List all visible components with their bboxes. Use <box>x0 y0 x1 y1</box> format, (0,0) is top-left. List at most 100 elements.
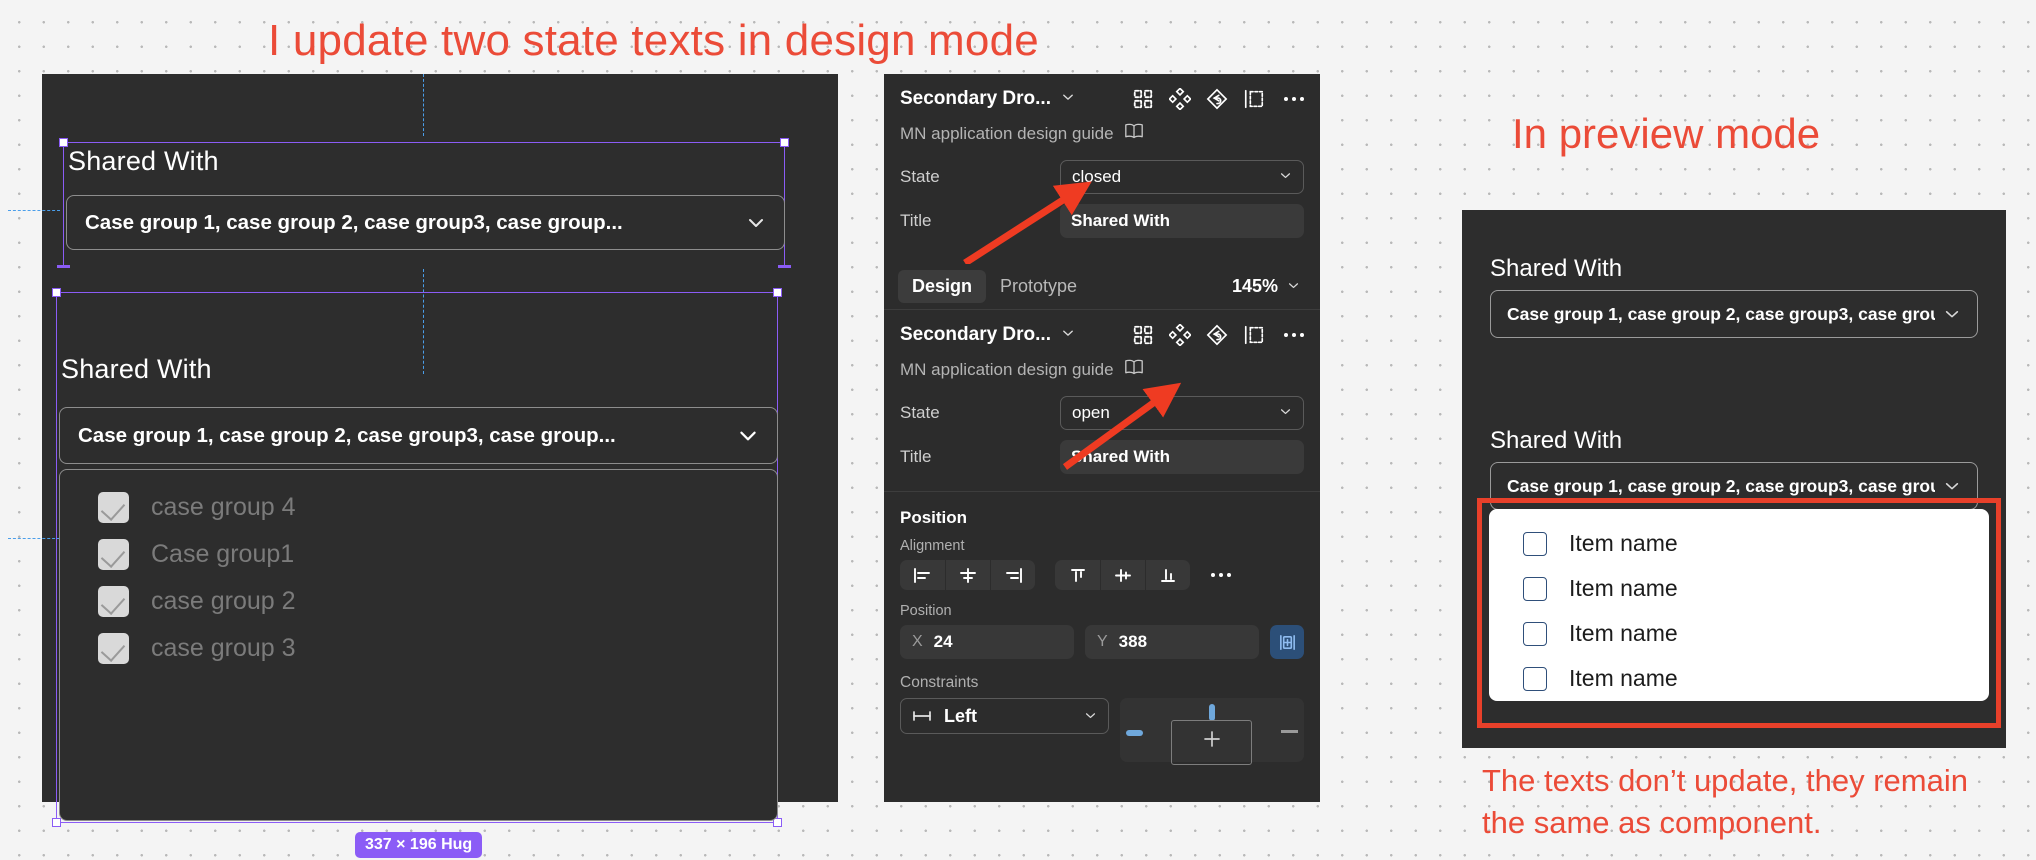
menu-item[interactable]: Case group1 <box>60 531 777 578</box>
guide-horizontal-left-2 <box>8 538 60 539</box>
component-name-bottom: Secondary Dro... <box>900 324 1051 345</box>
chevron-down-icon <box>1943 305 1961 323</box>
zoom-control[interactable]: 145% <box>1232 276 1306 297</box>
selection-handle-tr-closed[interactable] <box>780 138 789 147</box>
tab-prototype[interactable]: Prototype <box>986 270 1091 303</box>
selection-cap-bl-closed <box>57 265 70 268</box>
open-instance-select[interactable]: Case group 1, case group 2, case group3,… <box>59 407 778 464</box>
menu-item[interactable]: case group 2 <box>60 578 777 625</box>
position-label: Position <box>900 603 952 619</box>
align-left-icon[interactable] <box>900 560 945 590</box>
swap-instance-icon[interactable] <box>1243 324 1265 346</box>
panel-top-header: Secondary Dro... <box>884 74 1320 118</box>
prop-label-state-bottom: State <box>900 403 940 422</box>
title-input-bottom[interactable]: Shared With <box>1060 440 1304 474</box>
chevron-down-icon[interactable] <box>1061 90 1075 109</box>
size-badge: 337 × 196 Hug <box>355 832 483 858</box>
preview-closed-select[interactable]: Case group 1, case group 2, case group3,… <box>1490 290 1978 338</box>
prop-label-title-top: Title <box>900 211 932 230</box>
y-key: Y <box>1097 633 1108 650</box>
y-value: 388 <box>1118 632 1148 651</box>
align-right-icon[interactable] <box>990 560 1035 590</box>
constraint-handle-left[interactable] <box>1125 730 1143 736</box>
library-name: MN application design guide <box>900 123 1114 143</box>
checkbox-checked-icon[interactable] <box>98 492 129 523</box>
guide-horizontal-left-1 <box>8 210 60 211</box>
panel-bottom-header: Secondary Dro... <box>884 310 1320 354</box>
chevron-down-icon <box>737 425 759 447</box>
position-fields[interactable]: X 24 Y 388 <box>884 625 1320 659</box>
chevron-down-icon <box>1943 477 1961 495</box>
selection-handle-tl-closed[interactable] <box>59 138 68 147</box>
constraints-controls[interactable]: Left <box>884 698 1320 765</box>
prop-row-title-top[interactable]: Title Shared With <box>884 199 1320 243</box>
closed-instance-select[interactable]: Case group 1, case group 2, case group3,… <box>66 195 785 250</box>
checkbox-checked-icon[interactable] <box>98 586 129 617</box>
constraints-pad[interactable] <box>1119 698 1304 765</box>
component-icon[interactable] <box>1132 324 1154 346</box>
chevron-down-icon[interactable] <box>1061 326 1075 345</box>
annotation-preview-mode-title: In preview mode <box>1512 110 1821 157</box>
align-top-icon[interactable] <box>1055 560 1100 590</box>
chevron-down-icon <box>1287 276 1300 297</box>
align-horizontal-center-icon[interactable] <box>945 560 990 590</box>
panel-top-library: MN application design guide <box>884 118 1320 155</box>
menu-item-label: case group 4 <box>151 493 296 521</box>
constraint-handle-right[interactable] <box>1281 730 1298 733</box>
tab-design[interactable]: Design <box>898 270 987 303</box>
prop-row-state-bottom[interactable]: State open <box>884 391 1320 435</box>
closed-instance-select-value: Case group 1, case group 2, case group3,… <box>85 210 623 234</box>
variants-icon[interactable] <box>1169 88 1191 110</box>
inspector-tabbar[interactable]: Design Prototype 145% <box>884 264 1320 310</box>
checkbox-checked-icon[interactable] <box>98 633 129 664</box>
variants-icon[interactable] <box>1169 324 1191 346</box>
inspector-panel-top[interactable]: Secondary Dro... MN application design g… <box>884 74 1320 264</box>
alignment-controls[interactable] <box>884 560 1320 590</box>
align-bottom-icon[interactable] <box>1145 560 1190 590</box>
guide-vertical-mid <box>423 269 424 374</box>
selection-handle-bl-open[interactable] <box>52 818 61 827</box>
selection-handle-tr-open[interactable] <box>773 288 782 297</box>
constraint-value: Left <box>944 705 977 726</box>
title-input-top[interactable]: Shared With <box>1060 204 1304 238</box>
state-select-bottom[interactable]: open <box>1060 396 1304 430</box>
menu-item[interactable]: case group 3 <box>60 625 777 672</box>
prop-label-title-bottom: Title <box>900 447 932 466</box>
constraint-handle-top[interactable] <box>1208 704 1215 721</box>
x-key: X <box>912 633 923 650</box>
selection-handle-tl-open[interactable] <box>52 288 61 297</box>
design-canvas[interactable]: Shared With Case group 1, case group 2, … <box>8 74 838 858</box>
more-icon[interactable] <box>1284 97 1304 101</box>
chevron-down-icon <box>1279 167 1292 187</box>
preview-closed-select-value: Case group 1, case group 2, case group3,… <box>1507 303 1935 324</box>
inspector-panel-bottom[interactable]: Design Prototype 145% Secondary Dro... M… <box>884 264 1320 802</box>
menu-item[interactable]: case group 4 <box>60 484 777 531</box>
swap-instance-icon[interactable] <box>1243 88 1265 110</box>
horizontal-constraint-icon <box>912 706 932 727</box>
horizontal-align-group[interactable] <box>900 560 1035 590</box>
open-instance-menu[interactable]: case group 4 Case group1 case group 2 ca… <box>59 469 778 821</box>
checkbox-checked-icon[interactable] <box>98 539 129 570</box>
selection-edge-left-closed <box>63 142 64 267</box>
menu-item-label: case group 3 <box>151 634 296 662</box>
menu-item-label: Case group1 <box>151 540 295 568</box>
component-name-top: Secondary Dro... <box>900 88 1051 109</box>
reset-instance-icon[interactable] <box>1206 88 1228 110</box>
reset-instance-icon[interactable] <box>1206 324 1228 346</box>
prop-row-title-bottom[interactable]: Title Shared With <box>884 435 1320 479</box>
book-icon[interactable] <box>1124 358 1144 381</box>
component-icon[interactable] <box>1132 88 1154 110</box>
more-icon[interactable] <box>1211 573 1231 577</box>
prop-row-state-top[interactable]: State closed <box>884 155 1320 199</box>
state-select-top[interactable]: closed <box>1060 160 1304 194</box>
align-vertical-center-icon[interactable] <box>1100 560 1145 590</box>
vertical-align-group[interactable] <box>1055 560 1190 590</box>
book-icon[interactable] <box>1124 122 1144 145</box>
guide-vertical-top <box>423 74 424 136</box>
x-field[interactable]: X 24 <box>900 625 1074 659</box>
open-instance-label: Shared With <box>61 354 212 384</box>
absolute-position-icon[interactable] <box>1270 625 1304 659</box>
more-icon[interactable] <box>1284 333 1304 337</box>
constraint-select[interactable]: Left <box>900 698 1109 734</box>
y-field[interactable]: Y 388 <box>1085 625 1259 659</box>
